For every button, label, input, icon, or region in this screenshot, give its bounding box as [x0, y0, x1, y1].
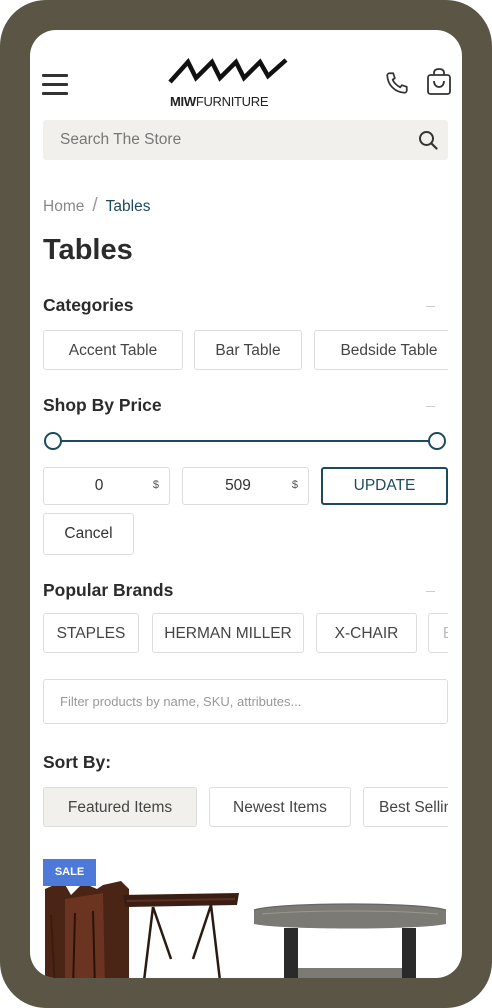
- site-header: MIWFURNITURE: [30, 30, 462, 120]
- chip-brand-partial[interactable]: B: [428, 613, 448, 653]
- logo-mark-icon: [168, 58, 288, 84]
- phone-icon[interactable]: [384, 70, 410, 96]
- breadcrumb-current[interactable]: Tables: [106, 198, 151, 215]
- price-title[interactable]: Shop By Price: [43, 395, 162, 416]
- device-frame: MIWFURNITURE Search The Store Home / Table…: [0, 0, 492, 1008]
- product-image: [253, 903, 447, 978]
- site-logo[interactable]: MIWFURNITURE: [168, 56, 288, 112]
- price-max-value: 509: [225, 477, 251, 494]
- sale-badge: SALE: [43, 859, 96, 886]
- chip-accent-table[interactable]: Accent Table: [43, 330, 183, 370]
- categories-title[interactable]: Categories: [43, 295, 133, 316]
- category-chips: Accent Table Bar Table Bedside Table: [43, 329, 448, 373]
- screen: MIWFURNITURE Search The Store Home / Table…: [30, 30, 462, 978]
- product-card[interactable]: [250, 890, 450, 978]
- cancel-button[interactable]: Cancel: [43, 513, 134, 555]
- brand-chips: STAPLES HERMAN MILLER X-CHAIR B: [43, 612, 448, 656]
- filter-products-input[interactable]: Filter products by name, SKU, attributes…: [43, 679, 448, 724]
- price-min-value: 0: [94, 477, 104, 494]
- price-min-field[interactable]: 0 $: [43, 467, 170, 505]
- collapse-icon[interactable]: [426, 591, 435, 592]
- price-slider-max-handle[interactable]: [428, 432, 446, 450]
- chip-herman-miller[interactable]: HERMAN MILLER: [152, 613, 304, 653]
- search-input[interactable]: Search The Store: [60, 131, 181, 149]
- search-bar[interactable]: Search The Store: [43, 120, 448, 160]
- breadcrumb-separator: /: [92, 195, 98, 216]
- update-button[interactable]: UPDATE: [321, 467, 448, 505]
- chip-x-chair[interactable]: X-CHAIR: [316, 613, 417, 653]
- product-card[interactable]: SALE: [43, 859, 239, 978]
- logo-text: MIWFURNITURE: [170, 94, 269, 109]
- brands-title[interactable]: Popular Brands: [43, 580, 173, 601]
- page-title: Tables: [43, 234, 133, 266]
- price-slider-min-handle[interactable]: [44, 432, 62, 450]
- sort-title: Sort By:: [43, 752, 112, 772]
- breadcrumb-home[interactable]: Home: [43, 198, 84, 215]
- menu-icon[interactable]: [42, 72, 70, 96]
- breadcrumb: Home / Tables: [43, 195, 150, 217]
- currency-symbol: $: [291, 479, 298, 491]
- chip-bar-table[interactable]: Bar Table: [194, 330, 302, 370]
- cart-icon[interactable]: [426, 68, 452, 96]
- collapse-icon[interactable]: [426, 406, 435, 407]
- sort-featured-items[interactable]: Featured Items: [43, 787, 197, 827]
- currency-symbol: $: [152, 479, 159, 491]
- chip-staples[interactable]: STAPLES: [43, 613, 139, 653]
- price-slider-track[interactable]: [54, 440, 434, 442]
- chip-bedside-table[interactable]: Bedside Table: [314, 330, 448, 370]
- sort-best-selling[interactable]: Best Selling: [363, 787, 448, 827]
- price-max-field[interactable]: 509 $: [182, 467, 309, 505]
- sort-chips: Featured Items Newest Items Best Selling: [43, 786, 448, 830]
- collapse-icon[interactable]: [426, 306, 435, 307]
- sort-newest-items[interactable]: Newest Items: [209, 787, 351, 827]
- search-icon[interactable]: [418, 130, 438, 150]
